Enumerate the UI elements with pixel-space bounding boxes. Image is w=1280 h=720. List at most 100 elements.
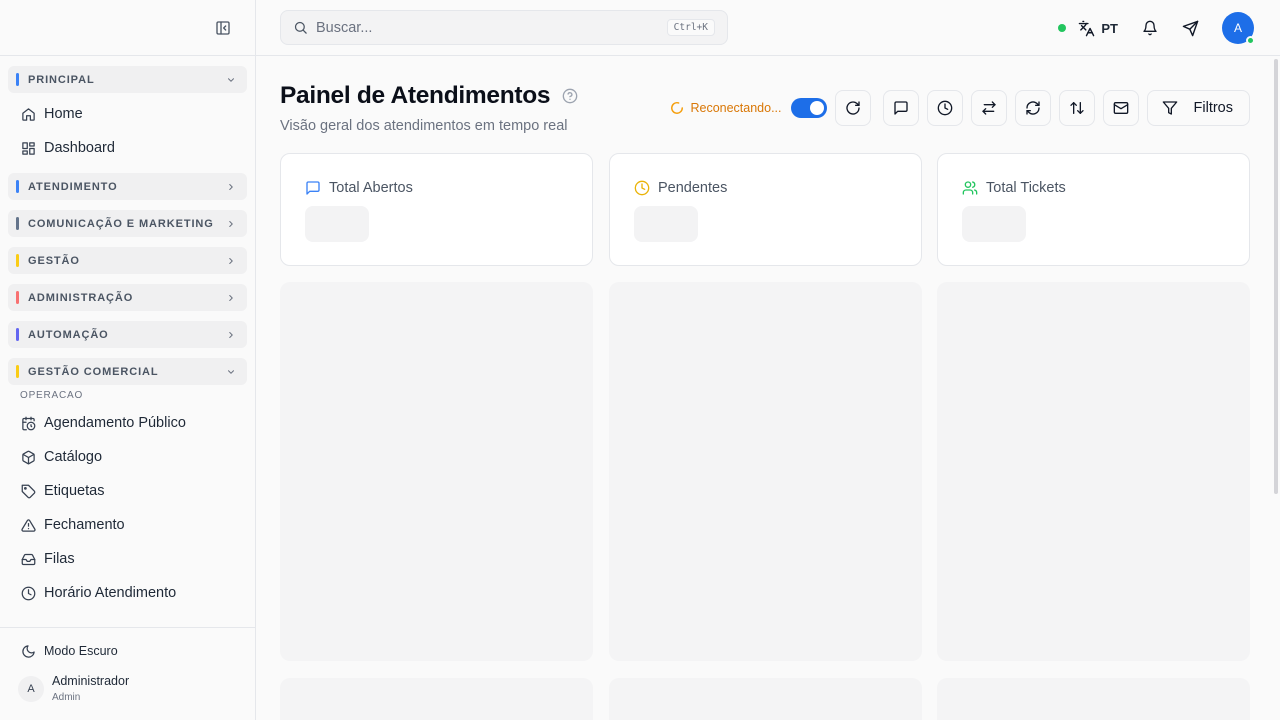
filters-button[interactable]: Filtros [1146, 90, 1250, 126]
sidebar-subsection-label: OPERACAO [20, 390, 84, 401]
toggle-knob [809, 101, 824, 115]
group-label: ATENDIMENTO [28, 180, 118, 193]
refresh-cw-icon [1025, 100, 1041, 116]
sidebar-group-administracao[interactable]: ADMINISTRAÇÃO [8, 284, 247, 311]
messages-button[interactable] [882, 90, 919, 126]
main-scrollbar[interactable] [1272, 57, 1280, 720]
arrow-up-down-icon [1069, 100, 1085, 116]
page-title-text: Painel de Atendimentos [280, 82, 551, 109]
refresh-button[interactable] [834, 90, 871, 126]
sidebar-group-automacao[interactable]: AUTOMAÇÃO [8, 321, 247, 348]
sidebar-item-label: Agendamento Público [44, 415, 186, 431]
sidebar-item-home[interactable]: Home [8, 97, 247, 131]
group-color-bar [16, 291, 19, 304]
header-actions: PT A [1058, 12, 1255, 45]
group-color-bar [16, 73, 19, 86]
sidebar-group-principal[interactable]: PRINCIPAL [8, 66, 247, 93]
sidebar-group-atendimento[interactable]: ATENDIMENTO [8, 173, 247, 200]
chevron-right-icon [225, 329, 237, 341]
sidebar-item-filas[interactable]: Filas [8, 542, 247, 576]
user-role: Admin [52, 692, 81, 703]
rotate-cw-icon [845, 100, 861, 116]
sidebar-collapse-icon[interactable] [213, 18, 233, 38]
stat-card-header: Total Tickets [962, 180, 1066, 196]
send-icon[interactable] [1180, 18, 1200, 38]
main-content: Painel de Atendimentos Visão geral dos a… [256, 57, 1280, 720]
sidebar-item-dashboard[interactable]: Dashboard [8, 131, 247, 165]
filter-icon [1162, 100, 1178, 116]
clock-icon [20, 585, 36, 601]
search-input[interactable] [316, 19, 667, 36]
stat-card-header: Total Abertos [305, 180, 413, 196]
sidebar-item-label: Catálogo [44, 449, 103, 465]
stat-card-label: Pendentes [658, 180, 728, 196]
bell-icon[interactable] [1140, 18, 1160, 38]
stat-card-header: Pendentes [634, 180, 727, 196]
sidebar-item-catalogo[interactable]: Catálogo [8, 440, 247, 474]
sidebar-item-agendamento-publico[interactable]: Agendamento Público [8, 406, 247, 440]
page-title: Painel de Atendimentos [280, 82, 578, 110]
panel-skeleton [280, 678, 593, 720]
language-label: PT [1101, 20, 1118, 36]
sidebar-item-label: Etiquetas [44, 483, 105, 499]
chevron-right-icon [225, 181, 237, 193]
sidebar-item-fechamento[interactable]: Fechamento [8, 508, 247, 542]
home-icon [20, 106, 36, 122]
search-bar[interactable]: Ctrl+K [280, 10, 728, 45]
panel-skeleton [280, 282, 593, 661]
alert-triangle-icon [20, 517, 36, 533]
users-icon [962, 180, 978, 196]
stat-card-pendentes: Pendentes [609, 153, 922, 266]
chevron-right-icon [225, 218, 237, 230]
group-label: AUTOMAÇÃO [28, 328, 109, 341]
sidebar-header [0, 0, 255, 56]
clock-icon [937, 100, 953, 116]
dashboard-icon [20, 140, 36, 156]
message-square-icon [893, 100, 909, 116]
user-name: Administrador [52, 674, 130, 688]
mail-icon [1113, 100, 1129, 116]
group-label: PRINCIPAL [28, 73, 95, 86]
group-label: ADMINISTRAÇÃO [28, 291, 134, 304]
user-profile[interactable]: A Administrador Admin [8, 674, 247, 703]
sidebar-item-label: Filas [44, 551, 75, 567]
group-label: COMUNICAÇÃO E MARKETING [28, 217, 214, 230]
group-color-bar [16, 254, 19, 267]
online-indicator [1246, 36, 1255, 45]
user-avatar-button[interactable]: A [1222, 12, 1255, 45]
scrollbar-thumb[interactable] [1274, 59, 1278, 494]
sidebar-item-label: Fechamento [44, 517, 125, 533]
arrow-left-right-icon [981, 100, 997, 116]
tag-icon [20, 483, 36, 499]
email-button[interactable] [1102, 90, 1139, 126]
sidebar-group-comunicacao[interactable]: COMUNICAÇÃO E MARKETING [8, 210, 247, 237]
history-button[interactable] [926, 90, 963, 126]
sidebar-group-gestao[interactable]: GESTÃO [8, 247, 247, 274]
panel-skeleton [937, 282, 1250, 661]
sort-button[interactable] [1058, 90, 1095, 126]
help-circle-icon[interactable] [562, 88, 578, 104]
sidebar-nav: PRINCIPAL Home Dashboard ATENDIMENTO COM… [0, 56, 255, 627]
transfer-button[interactable] [970, 90, 1007, 126]
realtime-toggle[interactable] [790, 98, 827, 118]
dark-mode-toggle[interactable]: Modo Escuro [8, 642, 247, 660]
stat-value-skeleton [634, 206, 698, 242]
package-icon [20, 449, 36, 465]
sidebar-item-label: Horário Atendimento [44, 585, 177, 601]
sync-button[interactable] [1014, 90, 1051, 126]
dark-mode-label: Modo Escuro [44, 644, 118, 658]
sidebar-item-label: Dashboard [44, 140, 115, 156]
group-label: GESTÃO COMERCIAL [28, 365, 159, 378]
group-color-bar [16, 180, 19, 193]
stat-card-total-abertos: Total Abertos [280, 153, 593, 266]
dashboard-toolbar: Reconectando... Filtros [670, 90, 1250, 126]
sidebar-item-horario-atendimento[interactable]: Horário Atendimento [8, 576, 247, 610]
search-shortcut: Ctrl+K [666, 19, 715, 36]
sidebar-group-gestao-comercial[interactable]: GESTÃO COMERCIAL [8, 358, 247, 385]
language-selector[interactable]: PT [1078, 20, 1118, 37]
inbox-icon [20, 551, 36, 567]
sidebar-item-etiquetas[interactable]: Etiquetas [8, 474, 247, 508]
panel-skeleton [609, 282, 922, 661]
sidebar-item-label: Home [44, 106, 83, 122]
connection-status: Reconectando... [670, 101, 782, 115]
